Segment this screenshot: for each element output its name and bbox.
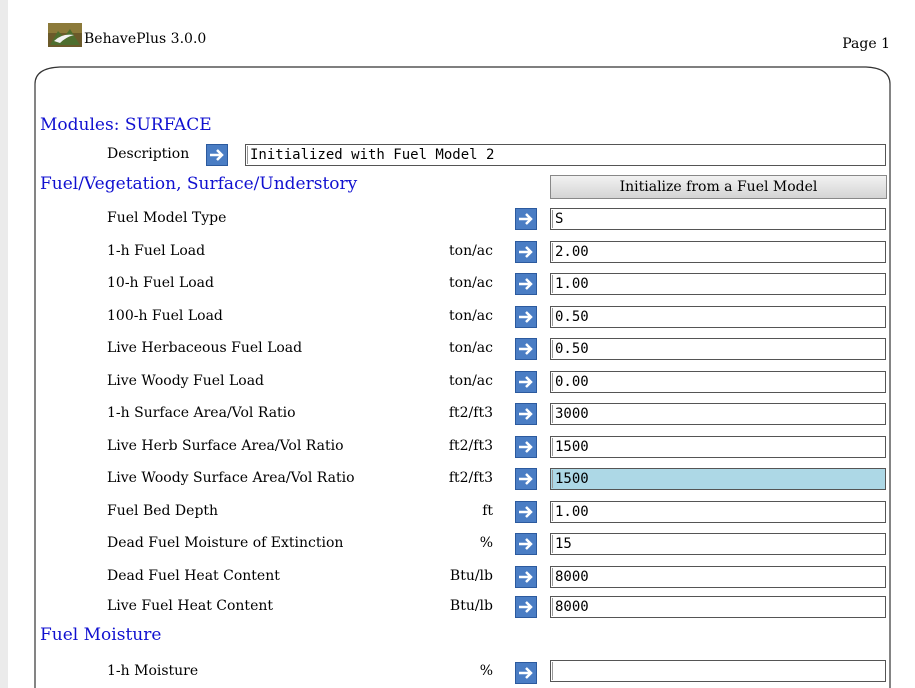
row-arrow-button[interactable] <box>515 596 537 618</box>
row-unit: ft2/ft3 <box>448 405 493 421</box>
fuel-section-title: Fuel/Vegetation, Surface/Understory <box>40 174 358 194</box>
arrow-right-icon <box>210 149 224 161</box>
row-value-field[interactable]: 8000 <box>550 566 886 588</box>
row-value-field[interactable]: 8000 <box>550 596 886 618</box>
row-arrow-button[interactable] <box>515 306 537 328</box>
modules-title: Modules: SURFACE <box>40 115 212 135</box>
arrow-right-icon <box>519 571 533 583</box>
arrow-right-icon <box>519 376 533 388</box>
row-arrow-button[interactable] <box>515 338 537 360</box>
initialize-fuel-model-button[interactable]: Initialize from a Fuel Model <box>550 175 887 199</box>
row-label: 1-h Fuel Load <box>107 243 206 259</box>
row-label: 100-h Fuel Load <box>107 308 223 324</box>
row-value-field[interactable]: 0.00 <box>550 371 886 393</box>
arrow-right-icon <box>519 213 533 225</box>
row-unit: ft2/ft3 <box>448 438 493 454</box>
arrow-right-icon <box>519 601 533 613</box>
page-label: Page 1 <box>842 36 890 52</box>
row-label: Live Fuel Heat Content <box>107 598 273 614</box>
arrow-right-icon <box>519 408 533 420</box>
moisture-section-title: Fuel Moisture <box>40 625 162 645</box>
row-value-field-selected[interactable]: 1500 <box>550 468 886 490</box>
row-value-field[interactable]: 1.00 <box>550 273 886 295</box>
row-value-field[interactable]: 2.00 <box>550 241 886 263</box>
row-unit: ton/ac <box>449 243 493 259</box>
row-label: Dead Fuel Moisture of Extinction <box>107 535 344 551</box>
arrow-right-icon <box>519 473 533 485</box>
row-unit: Btu/lb <box>449 598 493 614</box>
row-label: 10-h Fuel Load <box>107 275 214 291</box>
row-unit: ft <box>482 503 493 519</box>
row-unit: ton/ac <box>449 340 493 356</box>
row-arrow-button[interactable] <box>515 208 537 230</box>
row-value-field[interactable]: 1.00 <box>550 501 886 523</box>
row-value-field[interactable]: 3000 <box>550 403 886 425</box>
row-value-field[interactable] <box>550 660 886 682</box>
description-arrow-button[interactable] <box>206 144 228 166</box>
row-label: Live Woody Surface Area/Vol Ratio <box>107 470 355 486</box>
row-label: Fuel Bed Depth <box>107 503 219 519</box>
row-label: 1-h Surface Area/Vol Ratio <box>107 405 296 421</box>
row-arrow-button[interactable] <box>515 241 537 263</box>
row-value-field[interactable]: 0.50 <box>550 306 886 328</box>
row-arrow-button[interactable] <box>515 468 537 490</box>
description-label: Description <box>107 146 190 162</box>
arrow-right-icon <box>519 343 533 355</box>
row-label: Live Herbaceous Fuel Load <box>107 340 303 356</box>
row-arrow-button[interactable] <box>515 403 537 425</box>
row-value-field[interactable]: 0.50 <box>550 338 886 360</box>
row-unit: % <box>479 535 493 551</box>
row-arrow-button[interactable] <box>515 436 537 458</box>
description-field[interactable]: Initialized with Fuel Model 2 <box>245 144 886 166</box>
row-label: Live Herb Surface Area/Vol Ratio <box>107 438 344 454</box>
row-arrow-button[interactable] <box>515 662 537 684</box>
row-value-field[interactable]: 1500 <box>550 436 886 458</box>
row-label: Live Woody Fuel Load <box>107 373 265 389</box>
arrow-right-icon <box>519 506 533 518</box>
row-label: Fuel Model Type <box>107 210 227 226</box>
row-arrow-button[interactable] <box>515 371 537 393</box>
row-unit: Btu/lb <box>449 568 493 584</box>
arrow-right-icon <box>519 311 533 323</box>
arrow-right-icon <box>519 278 533 290</box>
row-unit: ft2/ft3 <box>448 470 493 486</box>
arrow-right-icon <box>519 246 533 258</box>
row-arrow-button[interactable] <box>515 501 537 523</box>
row-label: Dead Fuel Heat Content <box>107 568 280 584</box>
app-name: BehavePlus 3.0.0 <box>84 31 207 47</box>
row-value-field[interactable]: S <box>550 208 886 230</box>
row-unit: % <box>479 663 493 679</box>
row-unit: ton/ac <box>449 275 493 291</box>
row-label: 1-h Moisture <box>107 663 199 679</box>
arrow-right-icon <box>519 441 533 453</box>
behaveplus-logo-icon <box>48 23 82 47</box>
row-arrow-button[interactable] <box>515 533 537 555</box>
row-value-field[interactable]: 15 <box>550 533 886 555</box>
row-unit: ton/ac <box>449 308 493 324</box>
arrow-right-icon <box>519 667 533 679</box>
worksheet-page: BehavePlus 3.0.0 Page 1 Modules: SURFACE… <box>8 0 915 688</box>
arrow-right-icon <box>519 538 533 550</box>
row-arrow-button[interactable] <box>515 566 537 588</box>
row-unit: ton/ac <box>449 373 493 389</box>
row-arrow-button[interactable] <box>515 273 537 295</box>
